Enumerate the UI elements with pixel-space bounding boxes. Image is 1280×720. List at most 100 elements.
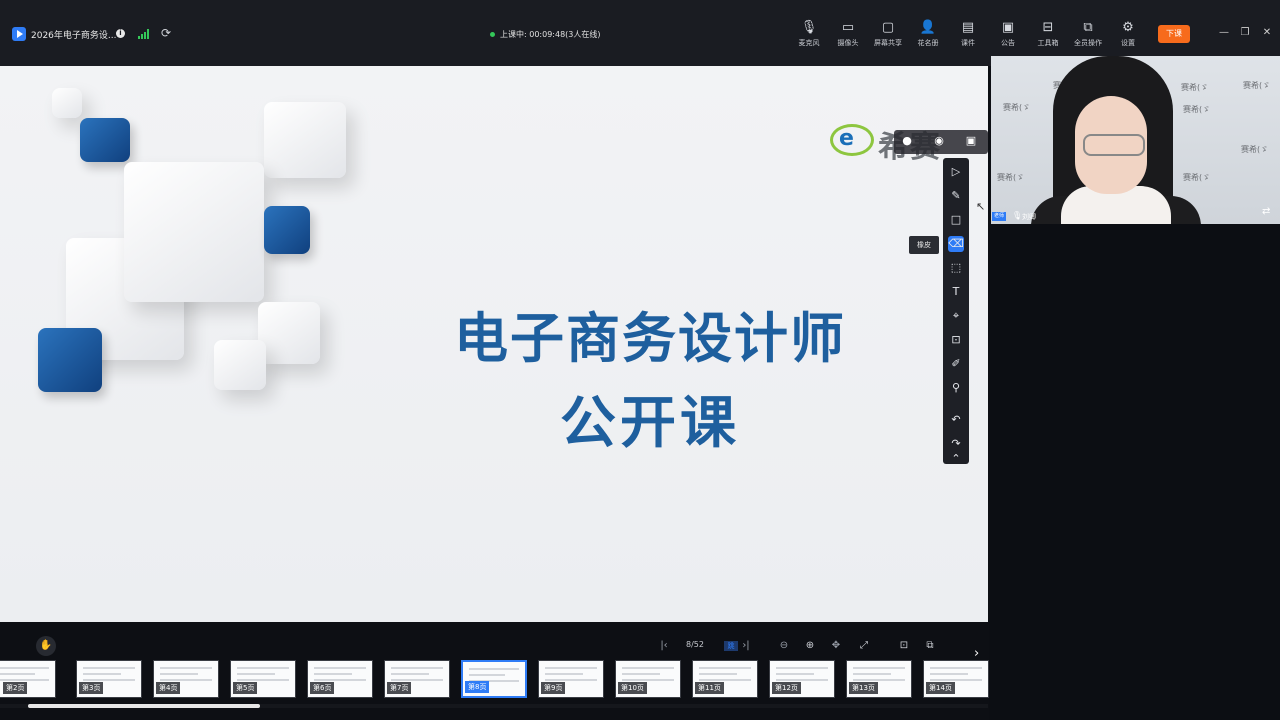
select-tool-icon[interactable]: ▷ [948,164,964,180]
chevron-right-icon[interactable]: › [974,646,979,661]
thumbnail-label: 第2页 [3,682,28,694]
end-class-button[interactable]: 下课 [1158,25,1190,43]
minimize-icon[interactable]: — [1218,27,1230,39]
thumbnail-content [930,667,982,669]
thumbnail-label: 第5页 [233,682,258,694]
text-tool-icon[interactable]: T [948,284,964,300]
toolbar-label: 工具箱 [1037,39,1059,47]
zoom-in-icon[interactable]: ⊕ [804,639,816,653]
last-page-icon[interactable]: ›| [740,639,752,653]
info-icon[interactable]: i [116,29,125,38]
teacher-video[interactable]: 赛希(ゞ 赛希(ゞ 赛希(ゞ 赛希(ゞ 赛希(ゞ 赛希(ゞ 赛希(ゞ 赛希(ゞ … [991,56,1280,224]
toolbar-camera-button[interactable]: ▭ 摄像头 [828,20,868,50]
thumbnail-content [237,679,289,681]
move-icon[interactable]: ✥ [830,639,842,653]
shape-tool-icon[interactable]: □ [948,212,964,228]
toolbar-label: 摄像头 [837,39,859,47]
slide-thumbnail[interactable]: 第12页 [769,660,835,698]
watermark-text: 赛希(ゞ [997,173,1025,182]
slide-thumbnail[interactable]: 第9页 [538,660,604,698]
slide-thumbnail[interactable]: 第8页 [461,660,527,698]
class-title: 2026年电子商务设... [31,31,117,41]
thumbnail-content [160,667,212,669]
collapse-tool-icon[interactable]: ⌃ [948,453,964,464]
toolbar-all-members-button[interactable]: ⧉ 全员操作 [1068,20,1108,50]
toolbar-announcement-button[interactable]: ▣ 公告 [988,20,1028,50]
thumbnail-content [545,679,597,681]
thumbnail-content [83,667,135,669]
signal-strength-icon [138,29,152,39]
slide-thumbnail[interactable]: 第11页 [692,660,758,698]
slide-thumbnail[interactable]: 第7页 [384,660,450,698]
watermark-text: 赛希(ゞ [1183,173,1211,182]
slide-thumbnail[interactable]: 第14页 [923,660,989,698]
thumbnail-content [622,673,660,675]
decor-square [258,302,320,364]
thumbnail-content [622,667,674,669]
slide-thumbnail[interactable]: 第10页 [615,660,681,698]
close-icon[interactable]: ✕ [1261,27,1273,39]
laser-pointer-tool-icon[interactable]: ⌖ [948,308,964,324]
slide-thumbnail[interactable]: 第4页 [153,660,219,698]
toolbar-gear-button[interactable]: ⚙ 设置 [1108,20,1148,50]
thumbnail-content [469,674,505,676]
watermark-text: 赛希(ゞ [1241,145,1269,154]
toolbar-courseware-button[interactable]: ▤ 课件 [948,20,988,50]
ruler-tool-icon[interactable]: ✐ [948,356,964,372]
watermark-text: 赛希(ゞ [1183,105,1211,114]
stamp-tool-icon[interactable]: ⚲ [948,380,964,396]
thumbnail-content [545,667,597,669]
toolbar-screen-share-button[interactable]: ▢ 屏幕共享 [868,20,908,50]
screenshot-icon[interactable]: ⊡ [898,639,910,653]
restore-icon[interactable]: ❐ [1239,27,1251,39]
toolbar-label: 花名册 [917,39,939,47]
zoom-out-icon[interactable]: ⊖ [778,639,790,653]
slide-thumbnail[interactable]: 第6页 [307,660,373,698]
thumbnail-label: 第3页 [79,682,104,694]
refresh-icon[interactable]: ⟳ [161,27,173,39]
thumbnail-content [160,679,212,681]
toolbar-label: 屏幕共享 [874,39,902,47]
slide-thumbnail[interactable]: 第13页 [846,660,912,698]
thumbnail-content [83,673,121,675]
pen-tool-icon[interactable]: ✎ [948,188,964,204]
toolbar-microphone-button[interactable]: 🎙 麦克风 [789,20,829,50]
camera-icon: ▭ [841,20,855,35]
teacher-name: 刘卿 [1022,213,1036,221]
area-select-tool-icon[interactable]: ⬚ [948,260,964,276]
thumbnail-content [391,667,443,669]
camera-overlay-icon[interactable]: ◉ [932,134,946,148]
thumbnail-content [0,673,35,675]
toolbar-roster-button[interactable]: 👤 花名册 [908,20,948,50]
eraser-tool-icon[interactable]: ⌫ [948,236,964,252]
thumbnail-content [314,679,366,681]
microphone-status-icon: 🎙 [1012,211,1023,220]
layout-icon[interactable]: ⧉ [924,639,936,653]
decor-square [38,328,102,392]
switch-view-icon[interactable]: ⇄ [1262,206,1270,217]
thumbnail-content [391,673,429,675]
toolbar-toolbox-button[interactable]: ⊟ 工具箱 [1028,20,1068,50]
slide-thumbnail[interactable]: 第5页 [230,660,296,698]
image-tool-icon[interactable]: ⊡ [948,332,964,348]
hand-icon[interactable]: ✋ [36,636,56,656]
courseware-icon: ▤ [961,20,975,35]
slide-canvas[interactable]: e 希赛 电子商务设计师 公开课 [0,66,988,622]
slide-thumbnail[interactable]: 第2页 [0,660,56,698]
undo-tool-icon[interactable]: ↶ [948,412,964,428]
watermark-text: 赛希(ゞ [1243,81,1271,90]
page-jump-input[interactable]: 跳 [724,641,738,651]
mic-overlay-icon[interactable]: ● [900,134,914,148]
fullscreen-icon[interactable]: ⤢ [858,639,870,653]
thumbnail-content [237,667,289,669]
thumbnail-content [545,673,583,675]
redo-tool-icon[interactable]: ↷ [948,436,964,452]
decor-square [52,88,82,118]
thumbnail-scrollbar-thumb[interactable] [28,704,260,708]
screen-overlay-icon[interactable]: ▣ [964,134,978,148]
first-page-icon[interactable]: |‹ [658,639,670,653]
toolbar-label: 公告 [1001,39,1015,47]
slide-thumbnail[interactable]: 第3页 [76,660,142,698]
thumbnail-content [699,673,737,675]
thumbnail-strip: 第2页 第3页 第4页 第5页 第6页 第7页 第8页 第9页 第10页 第11页 第12页 第13页… [0,660,989,700]
